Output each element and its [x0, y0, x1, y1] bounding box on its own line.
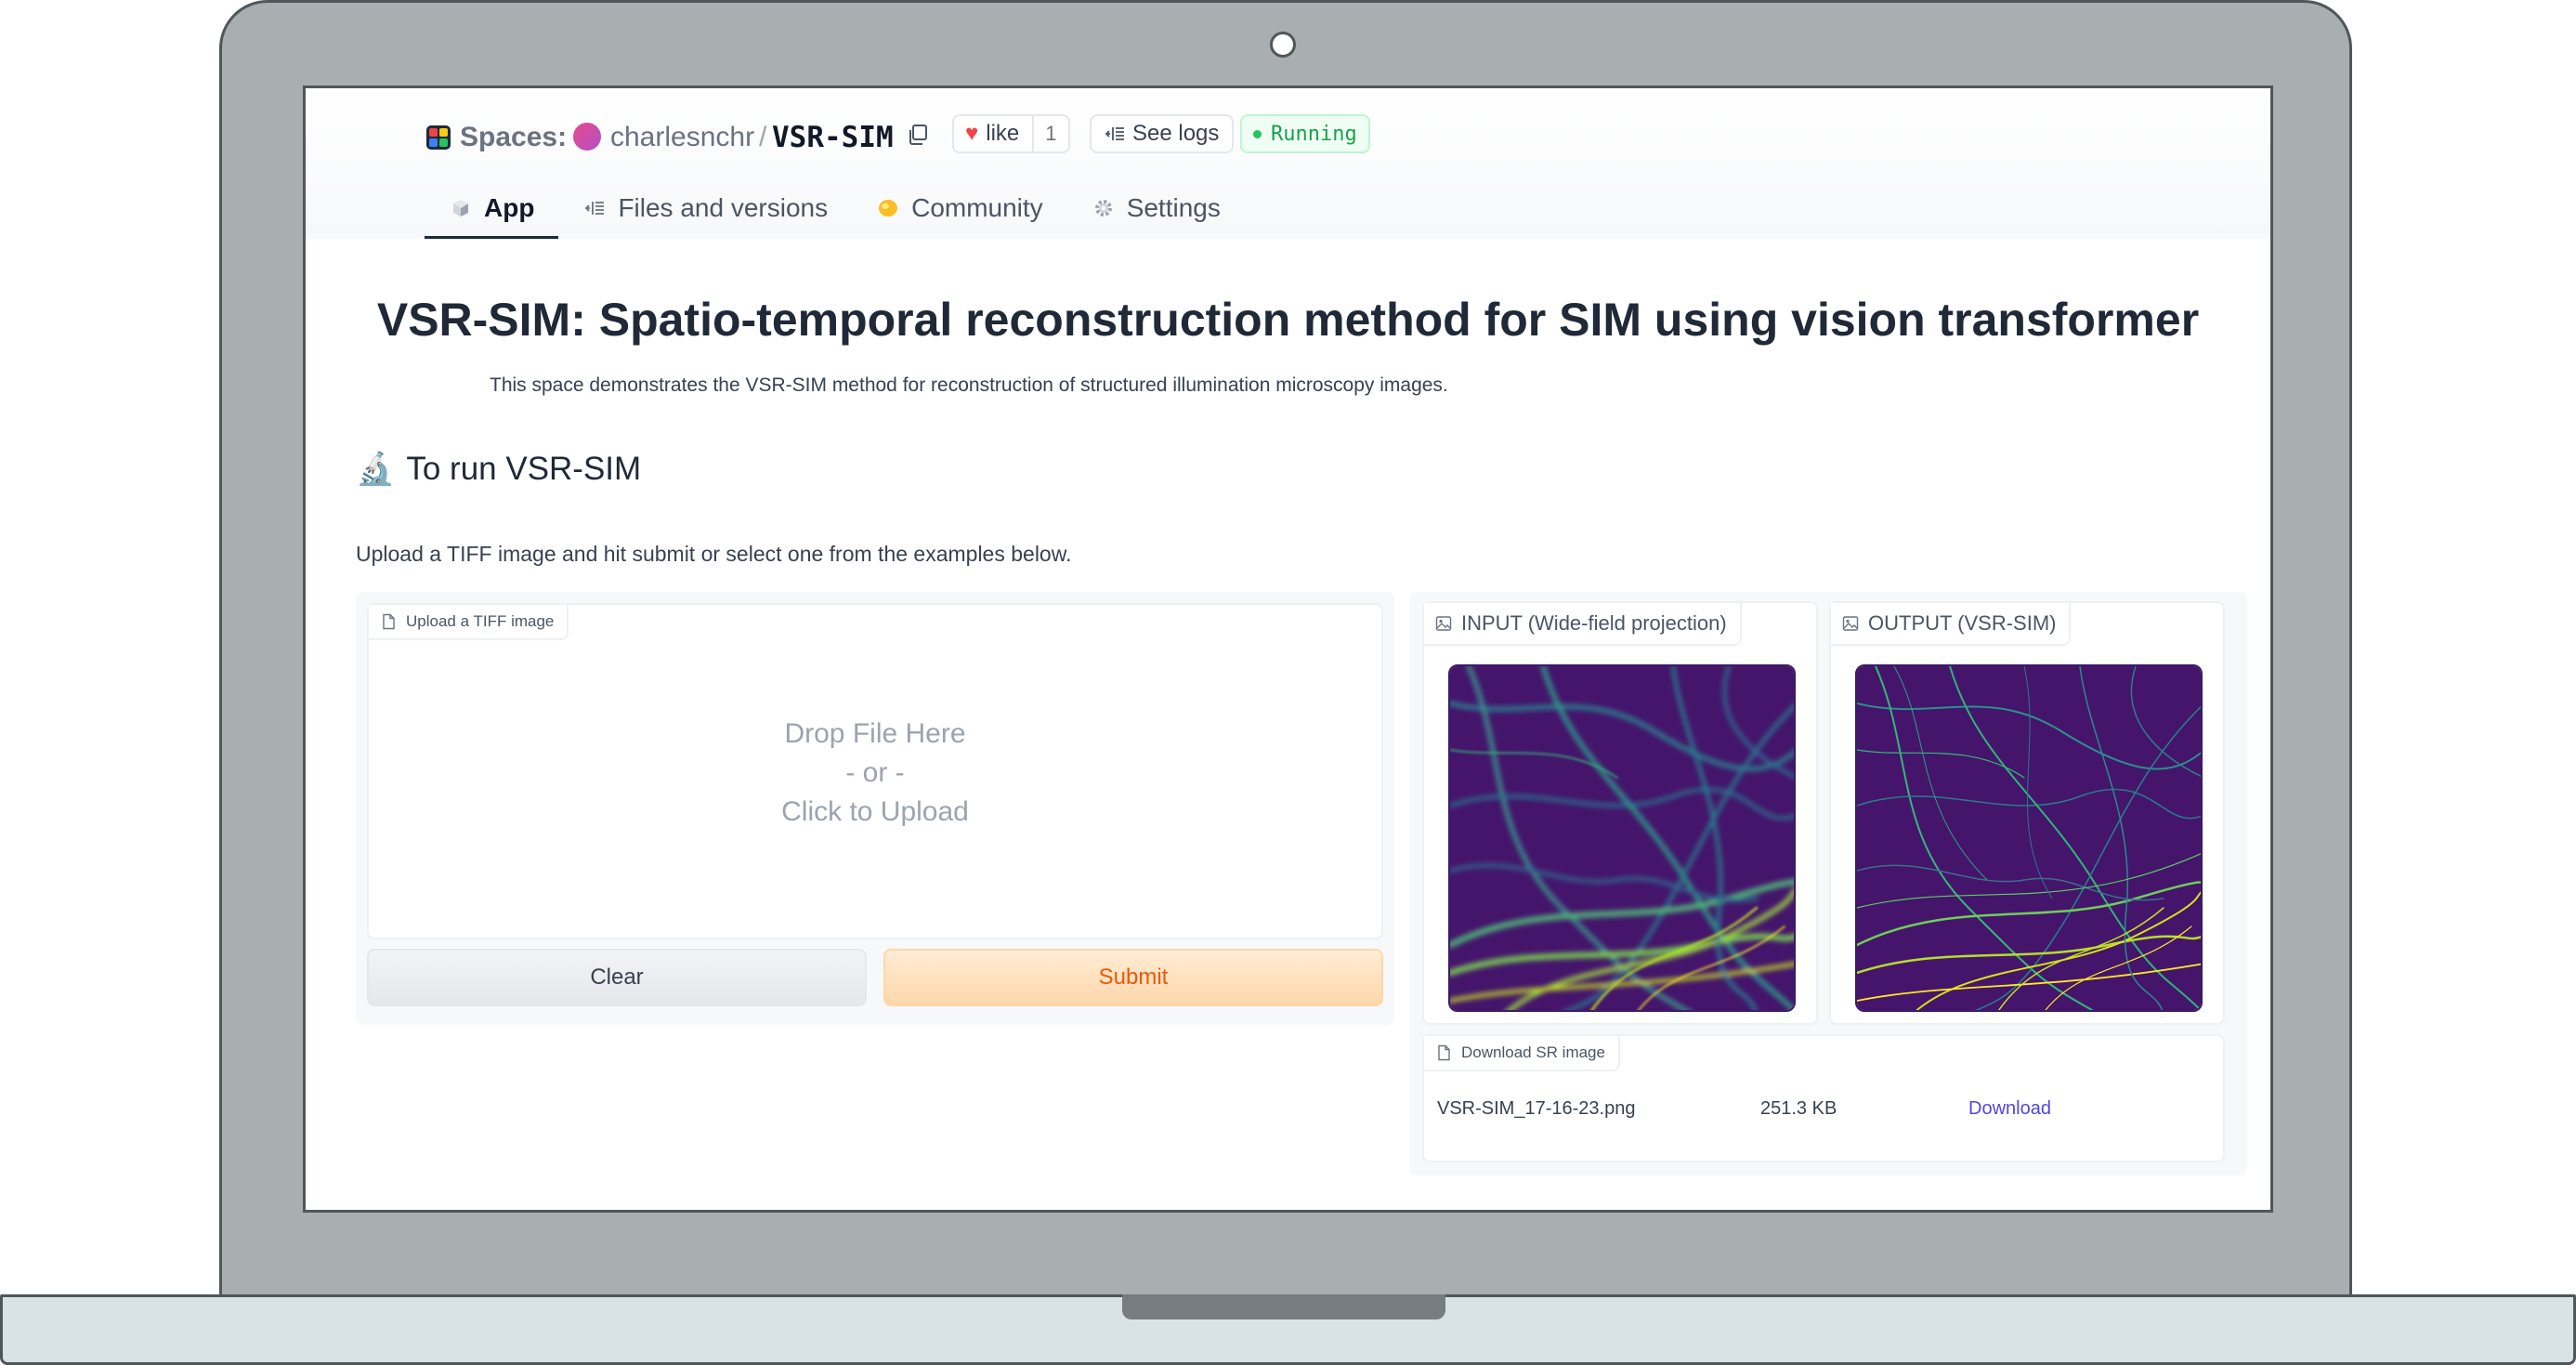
upload-label: Upload a TIFF image	[369, 605, 569, 640]
cube-icon	[449, 196, 473, 220]
output-panel: INPUT (Wide-field projection) OUTPUT (VS…	[1409, 592, 2247, 1175]
tab-app-label: App	[484, 193, 535, 222]
tab-community[interactable]: Community	[852, 177, 1067, 239]
file-name: VSR-SIM_17-16-23.png	[1437, 1097, 1636, 1119]
browser-screen: Spaces: charlesnchr / VSR-SIM ♥ like 1 Se…	[303, 85, 2273, 1213]
image-icon	[1435, 616, 1452, 631]
page-description: This space demonstrates the VSR-SIM meth…	[490, 374, 1448, 396]
see-logs-button[interactable]: See logs	[1090, 114, 1235, 153]
file-icon	[1438, 1044, 1450, 1061]
tab-settings[interactable]: Settings	[1067, 177, 1245, 239]
input-image-label: INPUT (Wide-field projection)	[1424, 603, 1742, 646]
spaces-label[interactable]: Spaces:	[460, 120, 567, 155]
image-icon	[1842, 616, 1859, 631]
tab-app[interactable]: App	[425, 177, 559, 239]
download-file-panel: Download SR image VSR-SIM_17-16-23.png 2…	[1422, 1034, 2225, 1162]
repo-name[interactable]: VSR-SIM	[772, 120, 894, 155]
input-image-panel: INPUT (Wide-field projection)	[1422, 601, 1818, 1025]
logs-icon	[1105, 127, 1124, 140]
spaces-logo-icon[interactable]	[426, 125, 451, 150]
drop-instructions: Drop File Here - or - Click to Upload	[369, 715, 1381, 832]
section-heading-text: To run VSR-SIM	[406, 451, 642, 487]
drop-line-2: - or -	[845, 757, 905, 788]
files-icon	[582, 196, 607, 220]
copy-icon[interactable]	[906, 123, 930, 147]
tab-bar: App Files and versions Community Setting…	[425, 177, 1245, 239]
clear-button[interactable]: Clear	[367, 949, 867, 1006]
gear-icon	[1092, 196, 1116, 220]
see-logs-label: See logs	[1132, 121, 1220, 146]
submit-button[interactable]: Submit	[883, 949, 1383, 1006]
output-image-label-text: OUTPUT (VSR-SIM)	[1868, 611, 2057, 635]
upload-label-text: Upload a TIFF image	[406, 612, 555, 630]
tab-community-label: Community	[911, 193, 1043, 222]
input-panel: Upload a TIFF image Drop File Here - or …	[356, 592, 1394, 1025]
output-microscopy-image	[1855, 664, 2203, 1012]
community-icon	[876, 196, 900, 220]
tab-settings-label: Settings	[1126, 193, 1221, 222]
microscope-icon: 🔬	[356, 452, 396, 487]
like-label: like	[986, 121, 1020, 146]
drop-line-1: Drop File Here	[784, 718, 966, 749]
camera-icon	[1270, 32, 1296, 58]
instructions-text: Upload a TIFF image and hit submit or se…	[356, 542, 1072, 566]
download-label: Download SR image	[1424, 1036, 1620, 1071]
file-size: 251.3 KB	[1760, 1097, 1837, 1119]
output-image-label: OUTPUT (VSR-SIM)	[1831, 603, 2072, 646]
like-count: 1	[1032, 116, 1067, 151]
laptop-hinge	[1122, 1294, 1445, 1319]
download-link[interactable]: Download	[1968, 1098, 2051, 1120]
owner-link[interactable]: charlesnchr	[610, 120, 754, 155]
section-heading: 🔬 To run VSR-SIM	[356, 451, 641, 488]
like-button[interactable]: ♥ like 1	[952, 114, 1070, 153]
space-header: Spaces: charlesnchr / VSR-SIM ♥ like 1 Se…	[306, 88, 2270, 239]
drop-line-3: Click to Upload	[781, 796, 969, 827]
tab-files-label: Files and versions	[618, 193, 829, 222]
input-image-label-text: INPUT (Wide-field projection)	[1461, 611, 1727, 635]
file-icon	[383, 613, 395, 630]
status-dot-icon	[1253, 129, 1262, 138]
path-separator: /	[759, 122, 767, 152]
tab-files-and-versions[interactable]: Files and versions	[558, 177, 852, 239]
download-label-text: Download SR image	[1461, 1043, 1605, 1061]
page-title: VSR-SIM: Spatio-temporal reconstruction …	[376, 294, 2200, 346]
status-badge: Running	[1240, 114, 1370, 153]
input-microscopy-image	[1448, 664, 1796, 1012]
heart-icon: ♥	[965, 121, 979, 146]
file-row: VSR-SIM_17-16-23.png 251.3 KB Download	[1437, 1090, 2214, 1127]
status-text: Running	[1271, 122, 1357, 146]
output-image-panel: OUTPUT (VSR-SIM)	[1829, 601, 2225, 1025]
file-upload-dropzone[interactable]: Upload a TIFF image Drop File Here - or …	[367, 603, 1383, 939]
owner-avatar[interactable]	[573, 123, 601, 151]
